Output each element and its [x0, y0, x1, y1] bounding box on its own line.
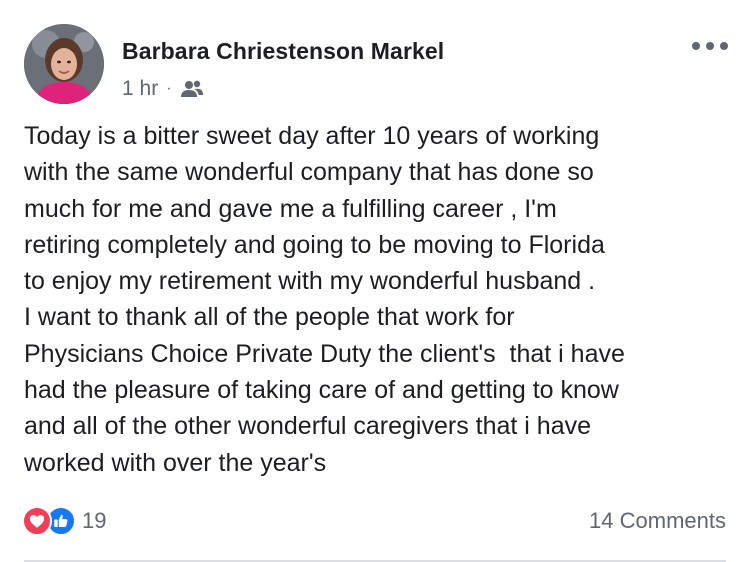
reaction-count: 19 [82, 508, 107, 533]
post-line: had the pleasure of taking care of and g… [24, 376, 619, 405]
post-line: with the same wonderful company that has… [24, 158, 594, 187]
author-name[interactable]: Barbara Chriestenson Markel [122, 38, 444, 65]
comments-count-link[interactable]: 14 Comments [589, 508, 726, 534]
post-body: Today is a bitter sweet day after 10 yea… [24, 118, 736, 481]
love-reaction-icon [22, 506, 52, 536]
facebook-post: Barbara Chriestenson Markel 1 hr · Today… [0, 0, 750, 562]
post-line: Physicians Choice Private Duty the clien… [24, 339, 625, 368]
avatar[interactable] [24, 24, 104, 104]
post-line: retiring completely and going to be movi… [24, 230, 605, 259]
more-options-icon[interactable] [692, 36, 728, 56]
post-line: Today is a bitter sweet day after 10 yea… [24, 122, 600, 150]
post-line: worked with over the year's [24, 448, 327, 477]
post-line: to enjoy my retirement with my wonderful… [24, 267, 596, 296]
post-timestamp[interactable]: 1 hr [122, 77, 158, 101]
meta-separator: · [166, 80, 172, 97]
post-line: much for me and gave me a fulfilling car… [24, 194, 557, 223]
post-line: I want to thank all of the people that w… [24, 303, 515, 332]
post-line: and all of the other wonderful caregiver… [24, 412, 592, 441]
post-meta: 1 hr · [122, 76, 204, 102]
friends-icon[interactable] [180, 79, 204, 99]
reactions-summary[interactable]: 19 [22, 506, 106, 536]
